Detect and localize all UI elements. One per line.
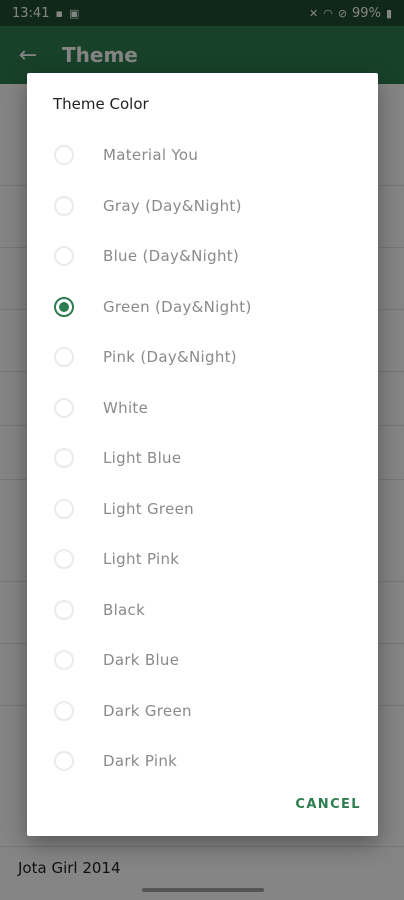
theme-option[interactable]: Gray (Day&Night) <box>27 181 378 232</box>
radio-unchecked-icon[interactable] <box>54 751 74 772</box>
radio-unchecked-icon[interactable] <box>54 347 74 368</box>
dialog-title: Theme Color <box>53 95 149 113</box>
theme-option[interactable]: Pink (Day&Night) <box>27 332 378 383</box>
theme-option[interactable]: Light Blue <box>27 433 378 484</box>
theme-option[interactable]: Dark Pink <box>27 736 378 787</box>
theme-option-label: White <box>103 398 149 417</box>
radio-unchecked-icon[interactable] <box>54 195 74 216</box>
theme-option[interactable]: Material You <box>27 130 378 181</box>
theme-option-label: Material You <box>103 146 199 165</box>
theme-option-label: Gray (Day&Night) <box>103 196 242 215</box>
radio-unchecked-icon[interactable] <box>54 599 74 620</box>
theme-option-label: Dark Green <box>103 701 192 720</box>
theme-option-label: Light Blue <box>103 449 182 468</box>
theme-option-label: Dark Pink <box>103 752 178 771</box>
theme-option[interactable]: Black <box>27 585 378 636</box>
gesture-navigation-handle[interactable] <box>142 888 264 892</box>
theme-option[interactable]: Light Green <box>27 484 378 535</box>
theme-option-label: Green (Day&Night) <box>103 297 252 316</box>
radio-unchecked-icon[interactable] <box>54 549 74 570</box>
theme-color-dialog: Theme Color Material You Gray (Day&Night)… <box>27 73 378 836</box>
radio-unchecked-icon[interactable] <box>54 650 74 671</box>
radio-unchecked-icon[interactable] <box>54 700 74 721</box>
theme-option-label: Light Green <box>103 499 194 518</box>
theme-options-list: Material You Gray (Day&Night) Blue (Day&Ni… <box>27 130 378 787</box>
radio-unchecked-icon[interactable] <box>54 246 74 267</box>
radio-unchecked-icon[interactable] <box>54 397 74 418</box>
theme-option[interactable]: Dark Green <box>27 686 378 737</box>
radio-checked-icon[interactable] <box>54 296 74 317</box>
cancel-button[interactable]: CANCEL <box>295 791 361 818</box>
theme-option[interactable]: Blue (Day&Night) <box>27 231 378 282</box>
theme-option[interactable]: Dark Blue <box>27 635 378 686</box>
theme-option[interactable]: Light Pink <box>27 534 378 585</box>
theme-option-label: Dark Blue <box>103 651 180 670</box>
radio-unchecked-icon[interactable] <box>54 498 74 519</box>
radio-unchecked-icon[interactable] <box>54 448 74 469</box>
theme-option-label: Light Pink <box>103 550 180 569</box>
theme-option-label: Black <box>103 600 146 619</box>
theme-option-label: Pink (Day&Night) <box>103 348 237 367</box>
radio-unchecked-icon[interactable] <box>54 145 74 166</box>
theme-option[interactable]: White <box>27 383 378 434</box>
theme-option-label: Blue (Day&Night) <box>103 247 240 266</box>
theme-option[interactable]: Green (Day&Night) <box>27 282 378 333</box>
